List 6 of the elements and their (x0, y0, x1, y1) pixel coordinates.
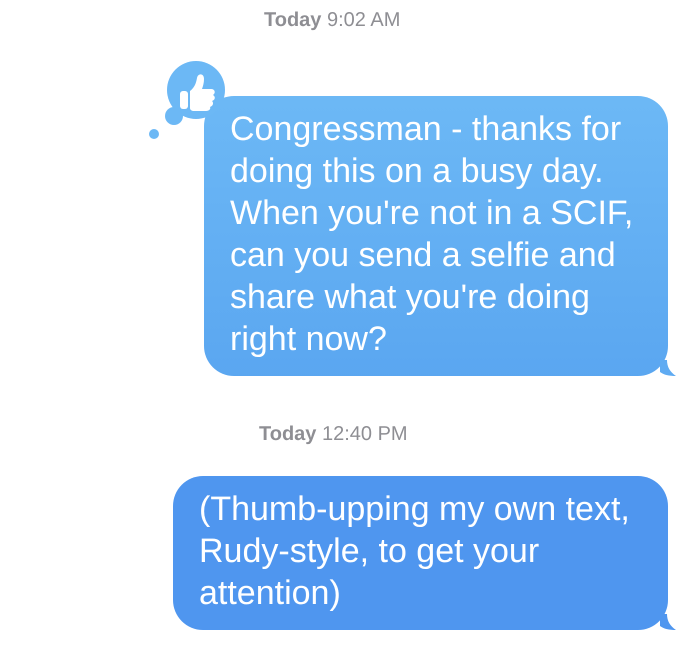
bubble-tail-icon (660, 360, 676, 376)
timestamp: Today 9:02 AM (264, 8, 400, 33)
message-bubble[interactable]: Congressman - thanks for doing this on a busy day. When you're not in a SCIF, can you send a selfie and share what you're doing right now? (204, 96, 668, 376)
bubble-tail-icon (660, 614, 676, 630)
message-bubble[interactable]: (Thumb-upping my own text, Rudy-style, to get your attention) (173, 476, 668, 630)
timestamp: Today 12:40 PM (259, 422, 408, 447)
